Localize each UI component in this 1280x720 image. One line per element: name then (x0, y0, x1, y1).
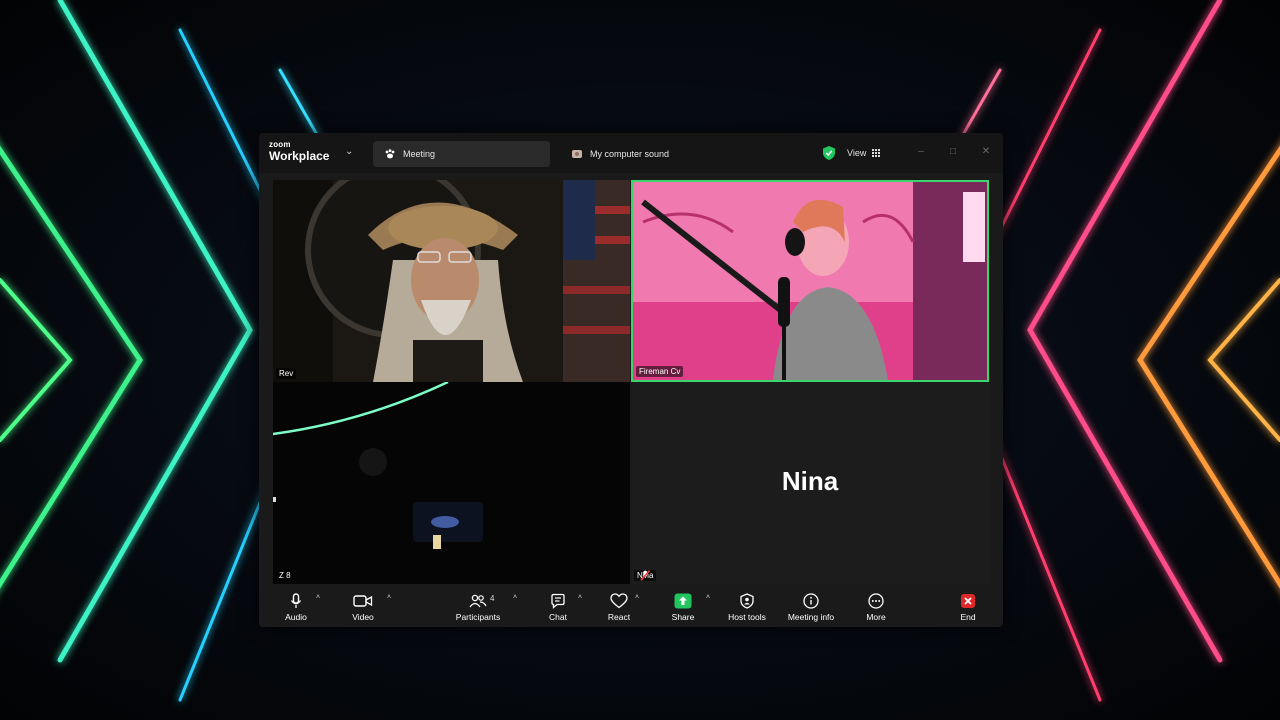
participants-label: Participants (455, 612, 501, 622)
host-tools-label: Host tools (728, 612, 766, 622)
participant-name-tag: Nina (634, 570, 657, 581)
participants-icon (469, 594, 487, 608)
video-tile-nina[interactable]: Nina Nina (631, 382, 989, 584)
chat-options-chevron-up-icon[interactable]: ˄ (578, 594, 582, 601)
audio-label: Audio (285, 612, 307, 622)
video-options-chevron-up-icon[interactable]: ˄ (387, 594, 391, 601)
chat-label: Chat (549, 612, 567, 622)
app-logo[interactable]: zoom Workplace (269, 140, 330, 164)
share-options-chevron-up-icon[interactable]: ˄ (706, 594, 710, 601)
video-camera-icon (353, 595, 373, 607)
view-label: View (847, 148, 867, 158)
microphone-muted-icon (640, 570, 651, 581)
close-icon[interactable]: ✕ (979, 145, 993, 159)
participant-count: 4 (490, 594, 495, 603)
logo-small-text: zoom (269, 140, 291, 149)
participant-name: Z 8 (279, 571, 291, 580)
video-label: Video (352, 612, 374, 622)
meeting-info-label: Meeting info (787, 612, 835, 622)
speaker-icon (570, 147, 584, 161)
participants-options-chevron-up-icon[interactable]: ˄ (513, 594, 517, 601)
view-button[interactable]: View (847, 144, 881, 162)
grid-icon (872, 148, 881, 158)
tab-meeting[interactable]: Meeting (373, 141, 550, 167)
video-tile-z8[interactable]: Z 8 (273, 382, 630, 584)
z8-video-feed (273, 382, 630, 584)
meeting-toolbar: Audio ˄ Video ˄ Participants 4 ˄ Chat ˄ … (259, 585, 1003, 627)
end-label: End (960, 612, 976, 622)
logo-big-text: Workplace (269, 149, 330, 163)
share-label: Share (671, 612, 695, 622)
react-button[interactable]: React (589, 593, 649, 622)
title-bar: zoom Workplace ⌄ Meeting My computer sou… (259, 133, 1003, 173)
paw-icon (383, 147, 397, 161)
end-button[interactable]: End (938, 593, 998, 622)
react-label: React (607, 612, 631, 622)
fireman-cv-video-feed (633, 182, 987, 380)
tab-meeting-label: Meeting (403, 149, 436, 159)
microphone-icon (290, 593, 302, 608)
host-tools-shield-icon (740, 593, 754, 609)
video-tile-fireman-cv[interactable]: Fireman Cv (631, 180, 989, 382)
participant-name-tag: Z 8 (276, 570, 294, 581)
participant-name-large: Nina (781, 466, 839, 496)
video-button[interactable]: Video (333, 593, 393, 622)
shield-icon[interactable] (822, 145, 836, 161)
share-button[interactable]: Share (653, 593, 713, 622)
react-options-chevron-up-icon[interactable]: ˄ (635, 594, 639, 601)
participant-name-tag: Rev (276, 368, 297, 379)
heart-icon (610, 593, 628, 609)
meeting-info-button[interactable]: Meeting info (781, 593, 841, 622)
participants-button[interactable]: Participants (448, 593, 508, 622)
maximize-icon[interactable]: □ (946, 145, 960, 159)
zoom-window: zoom Workplace ⌄ Meeting My computer sou… (259, 133, 1003, 627)
chevron-down-icon[interactable]: ⌄ (345, 146, 353, 157)
participant-name-tag: Fireman Cv (636, 366, 684, 377)
chat-icon (551, 593, 565, 609)
participant-name: Fireman Cv (639, 367, 681, 376)
more-label: More (866, 612, 886, 622)
more-button[interactable]: More (846, 593, 906, 622)
host-tools-button[interactable]: Host tools (717, 593, 777, 622)
audio-options-chevron-up-icon[interactable]: ˄ (316, 594, 320, 601)
participant-name: Rev (279, 369, 294, 378)
tab-computer-sound[interactable]: My computer sound (562, 141, 762, 167)
info-icon (803, 593, 819, 609)
minimize-icon[interactable]: – (914, 145, 928, 159)
screen: zoom Workplace ⌄ Meeting My computer sou… (0, 0, 1280, 720)
share-screen-icon (674, 593, 692, 609)
video-tile-rev[interactable]: Rev (273, 180, 630, 382)
tab-sound-label: My computer sound (590, 149, 670, 159)
more-icon (868, 593, 884, 609)
end-call-icon (961, 594, 975, 608)
rev-video-feed (273, 180, 630, 382)
